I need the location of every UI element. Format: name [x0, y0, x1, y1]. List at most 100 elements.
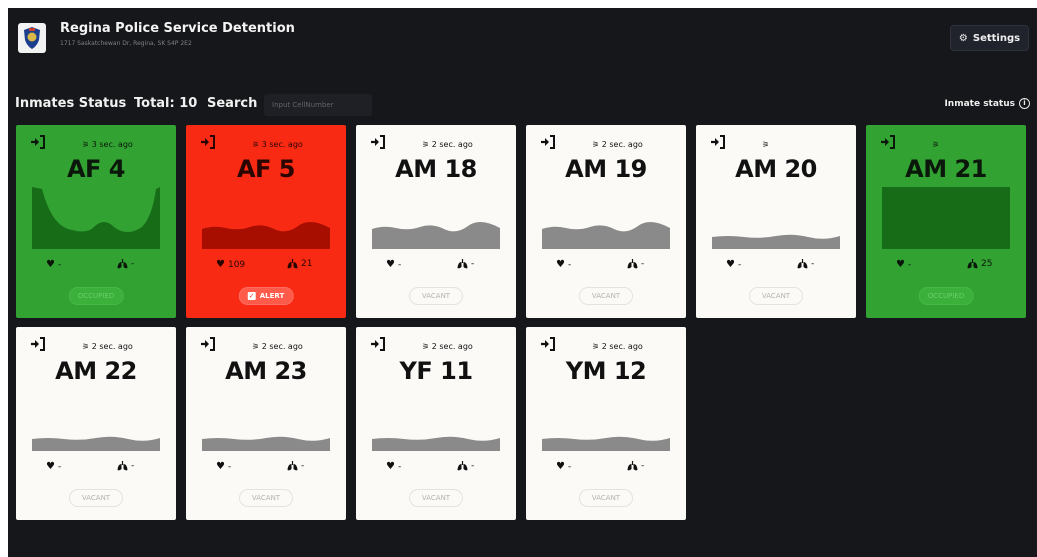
respiration-value: - — [131, 259, 135, 269]
lungs-icon — [287, 461, 298, 471]
lungs-icon — [457, 259, 468, 269]
activity-waveform — [712, 234, 840, 249]
heart-rate-value: - — [907, 259, 912, 270]
cell-number: AM 21 — [905, 155, 987, 183]
inmate-card[interactable]: ⚞ 2 sec. ago AM 22 ♥ - - VACANT — [16, 327, 176, 520]
heart-icon: ♥ — [556, 461, 565, 472]
last-motion: ⚞ 2 sec. ago — [592, 342, 643, 351]
check-in-icon[interactable] — [540, 135, 556, 149]
activity-waveform — [882, 187, 1010, 249]
respiration-rate: - — [117, 259, 134, 269]
heart-rate-value: - — [57, 461, 62, 472]
cell-number: AF 5 — [236, 155, 296, 183]
status-badge: VACANT — [409, 287, 463, 305]
check-in-icon[interactable] — [710, 135, 726, 149]
check-in-icon[interactable] — [370, 337, 386, 351]
app-window: Regina Police Service Detention 1717 Sas… — [8, 8, 1037, 557]
status-badge: VACANT — [69, 489, 123, 507]
cell-number: AM 23 — [225, 357, 307, 385]
cell-number: AF 4 — [66, 155, 126, 183]
heart-rate: ♥ - — [896, 259, 911, 270]
motion-icon: ⚞ — [252, 342, 260, 351]
last-motion: ⚞ 2 sec. ago — [82, 342, 133, 351]
activity-waveform — [202, 221, 330, 249]
cell-number: YM 12 — [565, 357, 647, 385]
cell-number: YF 11 — [399, 357, 473, 385]
status-badge-label: OCCUPIED — [927, 292, 965, 300]
respiration-rate: - — [457, 461, 474, 471]
heart-icon: ♥ — [216, 461, 225, 472]
respiration-value: - — [131, 461, 135, 471]
motion-icon: ⚞ — [762, 140, 770, 149]
motion-icon: ⚞ — [82, 140, 90, 149]
inmate-card[interactable]: ⚞ 3 sec. ago AF 5 ♥ 109 21 ✓ ALERT — [186, 125, 346, 318]
respiration-rate: - — [627, 259, 644, 269]
last-updated-time: 2 sec. ago — [431, 342, 473, 351]
activity-waveform — [32, 187, 160, 249]
check-in-icon[interactable] — [200, 337, 216, 351]
inmate-card[interactable]: ⚞ 2 sec. ago AM 18 ♥ - - VACANT — [356, 125, 516, 318]
check-in-icon[interactable] — [370, 135, 386, 149]
heart-rate-value: - — [227, 461, 232, 472]
heart-icon: ♥ — [216, 259, 225, 270]
status-badge: VACANT — [239, 489, 293, 507]
status-badge-label: ALERT — [259, 292, 285, 300]
heart-rate-value: - — [567, 259, 572, 270]
inmate-card[interactable]: ⚞ 2 sec. ago AM 23 ♥ - - VACANT — [186, 327, 346, 520]
heart-rate-value: - — [397, 259, 402, 270]
checkbox-icon: ✓ — [247, 292, 256, 300]
status-badge-label: VACANT — [421, 494, 451, 502]
cell-number: AM 19 — [565, 155, 647, 183]
heart-rate: ♥ - — [556, 461, 571, 472]
heart-icon: ♥ — [726, 259, 735, 270]
motion-icon: ⚞ — [592, 140, 600, 149]
respiration-rate: - — [627, 461, 644, 471]
lungs-icon — [287, 259, 298, 269]
heart-icon: ♥ — [386, 259, 395, 270]
lungs-icon — [967, 259, 978, 269]
inmate-card[interactable]: ⚞ AM 20 ♥ - - VACANT — [696, 125, 856, 318]
check-in-icon[interactable] — [880, 135, 896, 149]
heart-icon: ♥ — [46, 259, 55, 270]
last-updated-time: 2 sec. ago — [431, 140, 473, 149]
heart-rate-value: - — [737, 259, 742, 270]
lungs-icon — [627, 259, 638, 269]
last-motion: ⚞ 2 sec. ago — [422, 342, 473, 351]
last-updated-time: 2 sec. ago — [601, 140, 643, 149]
inmate-card[interactable]: ⚞ 3 sec. ago AF 4 ♥ - - OCCUPIED — [16, 125, 176, 318]
status-badge-label: VACANT — [251, 494, 281, 502]
lungs-icon — [117, 461, 128, 471]
inmate-card[interactable]: ⚞ 2 sec. ago YF 11 ♥ - - VACANT — [356, 327, 516, 520]
last-motion: ⚞ 2 sec. ago — [252, 342, 303, 351]
last-updated-time: 3 sec. ago — [91, 140, 133, 149]
heart-icon: ♥ — [386, 461, 395, 472]
status-badge-label: VACANT — [591, 292, 621, 300]
check-in-icon[interactable] — [200, 135, 216, 149]
inmate-card[interactable]: ⚞ 2 sec. ago AM 19 ♥ - - VACANT — [526, 125, 686, 318]
inmate-card[interactable]: ⚞ AM 21 ♥ - 25 OCCUPIED — [866, 125, 1026, 318]
lungs-icon — [117, 259, 128, 269]
last-motion: ⚞ — [762, 140, 769, 149]
status-badge-label: VACANT — [421, 292, 451, 300]
heart-rate: ♥ - — [386, 461, 401, 472]
last-updated-time: 2 sec. ago — [91, 342, 133, 351]
motion-icon: ⚞ — [422, 140, 430, 149]
respiration-value: - — [811, 259, 815, 269]
check-in-icon[interactable] — [540, 337, 556, 351]
heart-icon: ♥ — [556, 259, 565, 270]
heart-rate-value: - — [57, 259, 62, 270]
check-in-icon[interactable] — [30, 337, 46, 351]
last-motion: ⚞ 3 sec. ago — [252, 140, 303, 149]
respiration-value: - — [301, 461, 305, 471]
status-badge: ✓ ALERT — [238, 287, 294, 305]
respiration-value: - — [471, 259, 475, 269]
status-badge: OCCUPIED — [68, 287, 124, 305]
status-badge: OCCUPIED — [918, 287, 974, 305]
heart-rate-value: - — [567, 461, 572, 472]
activity-waveform — [372, 436, 500, 451]
inmate-card[interactable]: ⚞ 2 sec. ago YM 12 ♥ - - VACANT — [526, 327, 686, 520]
lungs-icon — [457, 461, 468, 471]
last-motion: ⚞ 2 sec. ago — [422, 140, 473, 149]
respiration-value: 21 — [301, 259, 313, 269]
check-in-icon[interactable] — [30, 135, 46, 149]
